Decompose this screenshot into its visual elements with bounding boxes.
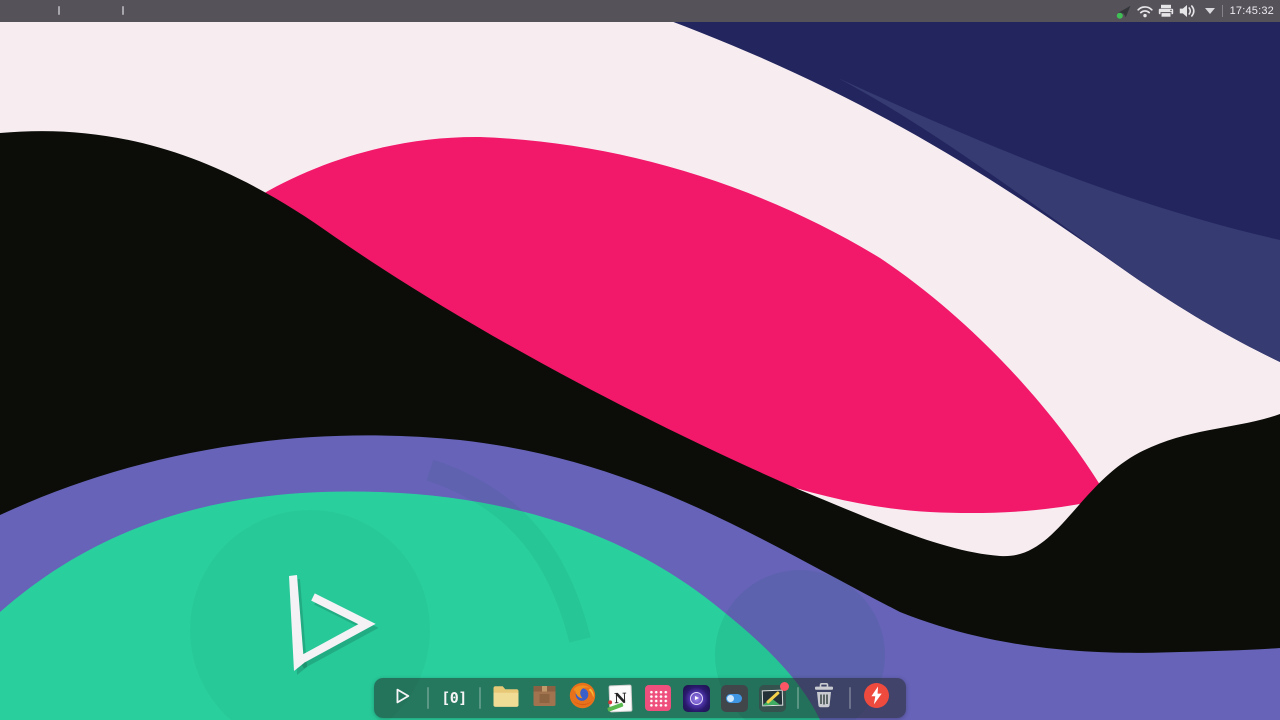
dock-separator xyxy=(421,678,435,718)
volume-icon[interactable] xyxy=(1179,4,1196,18)
dock-item-toggles-app[interactable] xyxy=(715,678,753,718)
dock-item-power[interactable] xyxy=(857,678,895,718)
notification-badge xyxy=(780,682,789,691)
printer-icon[interactable] xyxy=(1158,4,1174,18)
top-panel: 17:45:32 xyxy=(0,0,1280,22)
dock-item-notes[interactable]: N xyxy=(601,678,639,718)
red-dot xyxy=(608,700,612,704)
system-tray: 17:45:32 xyxy=(1116,0,1274,22)
notes-icon: N xyxy=(608,684,632,712)
toggle-pill xyxy=(726,694,742,703)
clock[interactable]: 17:45:32 xyxy=(1230,0,1274,22)
dock-separator xyxy=(843,678,857,718)
dock-item-media-player[interactable] xyxy=(677,678,715,718)
photo-frame xyxy=(761,690,783,707)
firefox-icon xyxy=(569,682,596,714)
play-triangle xyxy=(695,696,699,700)
toggle-knob xyxy=(727,695,734,702)
power-bolt-icon xyxy=(863,682,890,714)
wallpaper xyxy=(0,0,1280,720)
dock-item-firefox[interactable] xyxy=(563,678,601,718)
dock-separator xyxy=(473,678,487,718)
wifi-icon[interactable] xyxy=(1137,5,1153,18)
expand-arrow-icon[interactable] xyxy=(1205,8,1215,14)
toggle-icon xyxy=(721,685,748,712)
dock-item-terminal[interactable]: [0] xyxy=(435,678,473,718)
dock-item-screenshot-tool[interactable] xyxy=(753,678,791,718)
dock-item-package-manager[interactable] xyxy=(525,678,563,718)
terminal-label: [0] xyxy=(441,689,467,707)
workspace-marker[interactable] xyxy=(58,6,60,15)
dock-item-launcher[interactable] xyxy=(383,678,421,718)
tray-separator xyxy=(1222,5,1223,17)
dock: [0] xyxy=(374,678,906,718)
dot-pattern xyxy=(649,690,668,707)
play-ring xyxy=(690,692,703,705)
dotted-grid-icon xyxy=(645,685,671,711)
play-circle-icon xyxy=(683,685,710,712)
play-outline-icon xyxy=(392,686,412,711)
desktop[interactable]: { "panel": { "clock": "17:45:32", "works… xyxy=(0,0,1280,720)
dock-item-trash[interactable] xyxy=(805,678,843,718)
trash-icon xyxy=(813,683,835,714)
workspace-marker[interactable] xyxy=(122,6,124,15)
image-editor-icon xyxy=(759,685,786,712)
dock-item-dotted-app[interactable] xyxy=(639,678,677,718)
box-icon xyxy=(531,683,558,714)
dock-separator xyxy=(791,678,805,718)
folder-icon xyxy=(492,684,520,712)
dock-item-file-manager[interactable] xyxy=(487,678,525,718)
app-status-icon[interactable] xyxy=(1116,4,1132,19)
